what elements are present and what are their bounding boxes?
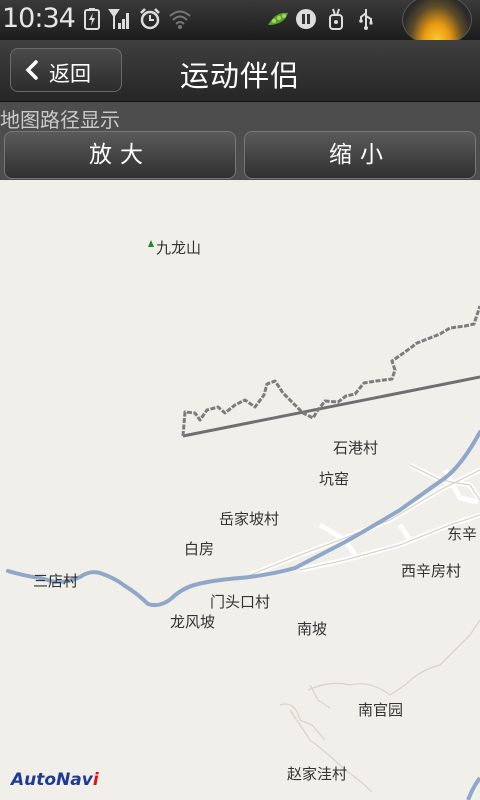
usb-icon: [359, 9, 373, 30]
place-label: 南官园: [358, 701, 404, 719]
zoom-in-button[interactable]: 放大: [4, 131, 236, 179]
road: [279, 703, 326, 741]
place-label: 坑窑: [319, 470, 350, 488]
mountain-marker-icon: [148, 240, 154, 247]
pea-icon: [268, 12, 288, 25]
place-label: 龙风坡: [170, 613, 216, 631]
usb-debug-icon: [329, 8, 343, 30]
title-bar: 返回 运动伴侣: [0, 40, 480, 102]
river: [466, 776, 480, 800]
place-label: 九龙山: [156, 239, 202, 257]
place-label: 南坡: [297, 620, 328, 638]
battery-charging-icon: [84, 8, 100, 30]
map-canvas: [6, 305, 480, 800]
wifi-icon: [169, 10, 191, 29]
map-toolbar: 地图路径显示 放大 缩小: [0, 102, 480, 180]
place-label: 西辛房村: [401, 562, 462, 580]
gps-track: [181, 305, 480, 437]
pause-icon: [296, 9, 316, 29]
status-time: 10:34: [2, 3, 76, 34]
alarm-icon: [140, 8, 160, 30]
road: [397, 523, 413, 542]
place-label: 岳家坡村: [219, 510, 280, 528]
signal-icon: [108, 9, 129, 29]
status-bar: 10:34: [0, 0, 480, 46]
gps-track: [182, 375, 480, 438]
place-label: 东辛: [447, 525, 478, 543]
section-label: 地图路径显示: [0, 108, 120, 132]
place-label: 白房: [184, 540, 215, 558]
road: [307, 619, 480, 696]
map-view[interactable]: 九龙山 石港村 坑窑 岳家坡村 白房 东辛 西辛房村 三店村 门头口村 龙风坡 …: [0, 180, 480, 800]
place-label: 石港村: [333, 439, 379, 457]
place-label: 赵家洼村: [287, 765, 348, 783]
autonavi-logo: AutoNavi: [11, 770, 99, 790]
zoom-out-button[interactable]: 缩小: [244, 131, 476, 179]
place-label: 三店村: [33, 572, 79, 590]
place-label: 门头口村: [210, 593, 271, 611]
page-title: 运动伴侣: [179, 59, 300, 93]
